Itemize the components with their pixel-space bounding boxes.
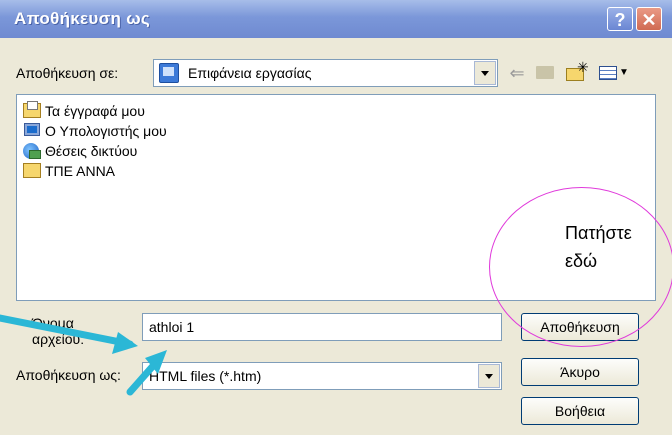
network-places-icon	[23, 143, 41, 159]
views-menu-icon[interactable]: ▼	[597, 61, 631, 85]
list-item-label: Θέσεις δικτύου	[45, 143, 138, 159]
back-arrow-icon[interactable]: ⇐	[505, 61, 529, 85]
cancel-button[interactable]: Άκυρο	[521, 358, 639, 386]
save-in-label: Αποθήκευση σε:	[16, 65, 119, 81]
new-folder-icon[interactable]: ✳	[563, 59, 591, 85]
arrow-to-filename-head	[112, 332, 138, 354]
my-documents-icon	[23, 101, 41, 118]
save-type-label: Αποθήκευση ως:	[16, 367, 121, 383]
save-in-dropdown[interactable]: Επιφάνεια εργασίας	[153, 59, 498, 87]
filename-input[interactable]: athloi 1	[142, 313, 502, 341]
list-item-label: Τα έγγραφά μου	[45, 103, 145, 119]
annotation-text: Πατήστε εδώ	[565, 223, 632, 271]
save-in-value: Επιφάνεια εργασίας	[188, 65, 312, 81]
chevron-down-icon[interactable]	[478, 364, 500, 388]
title-bar: Αποθήκευση ως ? ✕	[0, 0, 672, 38]
close-button[interactable]: ✕	[636, 7, 662, 31]
filename-label: Όνομα αρχείου:	[32, 315, 85, 347]
window-title: Αποθήκευση ως	[14, 9, 151, 28]
chevron-down-icon[interactable]	[474, 61, 496, 85]
my-computer-icon	[24, 123, 40, 136]
save-as-dialog: Αποθήκευση ως ? ✕ Αποθήκευση σε: Επιφάνε…	[0, 0, 672, 435]
up-folder-icon[interactable]	[533, 61, 557, 85]
save-type-value: HTML files (*.htm)	[149, 368, 262, 384]
folder-icon	[23, 163, 41, 178]
list-item-label: Ο Υπολογιστής μου	[45, 123, 167, 139]
save-type-dropdown[interactable]: HTML files (*.htm)	[142, 362, 502, 390]
list-item-label: ΤΠΕ ΑΝΝΑ	[45, 163, 116, 179]
help-dialog-button[interactable]: Βοήθεια	[521, 397, 639, 425]
help-button[interactable]: ?	[607, 7, 633, 31]
desktop-icon	[159, 63, 179, 83]
